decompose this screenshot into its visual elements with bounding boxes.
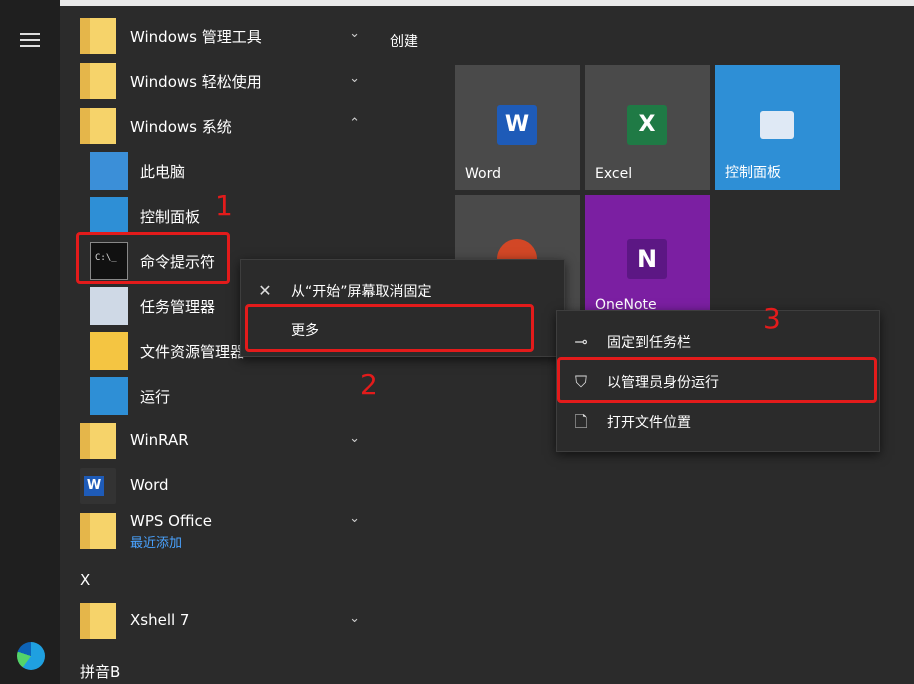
app-label: WinRAR [130,431,189,449]
menu-item-label: 打开文件位置 [607,415,691,431]
word-icon: W [497,105,537,145]
chevron-down-icon[interactable]: ⌄ [349,26,360,41]
word-icon: W [80,468,116,504]
file-explorer-icon [90,332,128,370]
unpin-icon: ✕ [258,281,272,300]
edge-icon[interactable] [17,642,45,670]
app-label: 控制面板 [140,208,201,226]
app-item-this-pc[interactable]: 此电脑 [80,151,370,191]
highlight-box-1 [76,232,230,284]
file-icon: 🗋 [574,412,588,431]
app-item-run[interactable]: 运行 [80,376,370,416]
hamburger-icon[interactable] [20,33,40,47]
app-label: Windows 轻松使用 [130,73,262,91]
tile-onenote[interactable]: N OneNote [585,195,710,313]
chevron-down-icon[interactable]: ⌄ [349,511,360,526]
app-label: Windows 系统 [130,118,232,136]
control-panel-icon [90,197,128,235]
folder-icon [80,603,116,639]
pin-icon: ⊸ [574,332,588,351]
excel-icon: X [627,105,667,145]
step-number-1: 1 [215,189,233,222]
tile-control-panel[interactable]: 控制面板 [715,65,840,190]
app-item-xshell[interactable]: Xshell 7 ⌄ [80,601,370,641]
app-label: Windows 管理工具 [130,28,262,46]
app-label: 文件资源管理器 [140,343,246,361]
onenote-icon: N [627,239,667,279]
highlight-box-3 [557,357,877,403]
chevron-down-icon[interactable]: ⌄ [349,611,360,626]
tile-label: Excel [595,166,633,182]
chevron-up-icon[interactable]: ⌃ [349,116,360,131]
folder-icon [80,423,116,459]
recently-added-label: 最近添加 [130,536,183,551]
folder-icon [80,513,116,549]
menu-item-label: 从“开始”屏幕取消固定 [291,284,432,300]
app-item-word[interactable]: W Word [80,466,370,506]
start-left-rail [0,0,60,684]
run-icon [90,377,128,415]
tile-label: Word [465,166,501,182]
app-label: 此电脑 [140,163,186,181]
app-label: 任务管理器 [140,298,216,316]
tile-group-title[interactable]: 创建 [390,31,418,51]
computer-icon [90,152,128,190]
app-label: 运行 [140,388,171,406]
app-label: Word [130,476,169,494]
folder-icon [80,63,116,99]
letter-header-x[interactable]: X [80,571,90,589]
letter-header-pinyin-b[interactable]: 拼音B [80,661,120,682]
menu-item-pin-taskbar[interactable]: ⊸ 固定到任务栏 [557,321,879,361]
step-number-3: 3 [763,302,781,335]
menu-item-label: 固定到任务栏 [607,335,691,351]
app-item-windows-system[interactable]: Windows 系统 ⌃ [80,106,370,146]
app-item-windows-admin-tools[interactable]: Windows 管理工具 ⌄ [80,16,370,56]
app-label: WPS Office [130,512,212,530]
chevron-down-icon[interactable]: ⌄ [349,71,360,86]
folder-open-icon [80,108,116,144]
folder-icon [80,18,116,54]
app-label: Xshell 7 [130,611,190,629]
task-manager-icon [90,287,128,325]
highlight-box-2 [245,304,534,352]
tile-word[interactable]: W Word [455,65,580,190]
menu-item-open-file-location[interactable]: 🗋 打开文件位置 [557,401,879,441]
tile-label: 控制面板 [725,165,781,181]
tile-excel[interactable]: X Excel [585,65,710,190]
chevron-down-icon[interactable]: ⌄ [349,431,360,446]
app-item-windows-ease[interactable]: Windows 轻松使用 ⌄ [80,61,370,101]
app-item-wps-office[interactable]: WPS Office 最近添加 ⌄ [80,511,370,551]
app-item-winrar[interactable]: WinRAR ⌄ [80,421,370,461]
step-number-2: 2 [360,368,378,401]
control-panel-icon [760,111,794,139]
